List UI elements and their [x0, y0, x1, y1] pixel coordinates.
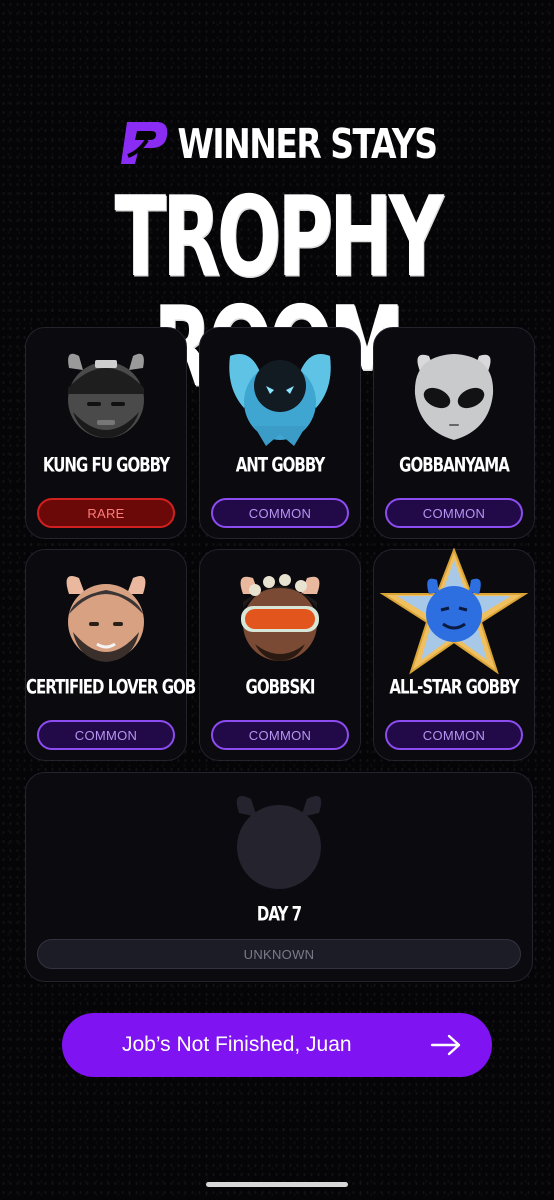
arrow-right-icon: [430, 1034, 461, 1056]
trophy-name: GOBBANYAMA: [399, 453, 510, 477]
kung-fu-gobby-avatar: [26, 338, 186, 448]
locked-silhouette-icon: [26, 783, 532, 893]
trophy-card-kung-fu-gobby[interactable]: KUNG FU GOBBY RARE: [25, 327, 187, 539]
trophy-card-locked-day-7[interactable]: DAY 7 UNKNOWN: [25, 772, 533, 982]
rarity-badge: COMMON: [211, 720, 349, 750]
p-logo-icon: [121, 122, 168, 164]
trophy-name: ALL-STAR GOBBY: [389, 675, 519, 699]
brand-name: WINNER STAYS: [177, 118, 438, 168]
trophy-card-gobbanyama[interactable]: GOBBANYAMA COMMON: [373, 327, 535, 539]
rarity-badge: COMMON: [37, 720, 175, 750]
brand-header: WINNER STAYS: [0, 118, 554, 168]
trophy-name: CERTIFIED LOVER GOB: [26, 675, 196, 699]
rarity-badge: RARE: [37, 498, 175, 528]
trophy-card-ant-gobby[interactable]: ANT GOBBY COMMON: [199, 327, 361, 539]
rarity-badge: COMMON: [385, 720, 523, 750]
trophy-name: ANT GOBBY: [235, 453, 326, 477]
all-star-gobby-avatar: [374, 548, 534, 675]
trophy-name: GOBBSKI: [245, 675, 316, 699]
ant-gobby-avatar: [200, 338, 360, 448]
trophy-name: KUNG FU GOBBY: [42, 453, 170, 477]
trophy-card-all-star-gobby[interactable]: ALL-STAR GOBBY COMMON: [373, 548, 535, 761]
jobs-not-finished-button[interactable]: Job’s Not Finished, Juan: [62, 1013, 492, 1077]
rarity-badge: UNKNOWN: [37, 939, 521, 969]
trophy-card-certified-lover-gob[interactable]: CERTIFIED LOVER GOB COMMON: [25, 549, 196, 761]
home-indicator[interactable]: [206, 1182, 348, 1187]
rarity-badge: COMMON: [211, 498, 349, 528]
trophy-card-gobbski[interactable]: GOBBSKI COMMON: [199, 549, 361, 761]
rarity-badge: COMMON: [385, 498, 523, 528]
cta-label: Job’s Not Finished, Juan: [122, 1033, 352, 1056]
gobbski-avatar: [200, 560, 360, 670]
certified-lover-gob-avatar: [26, 560, 186, 670]
trophy-name: DAY 7: [256, 902, 302, 926]
gobbanyama-avatar: [374, 338, 534, 448]
